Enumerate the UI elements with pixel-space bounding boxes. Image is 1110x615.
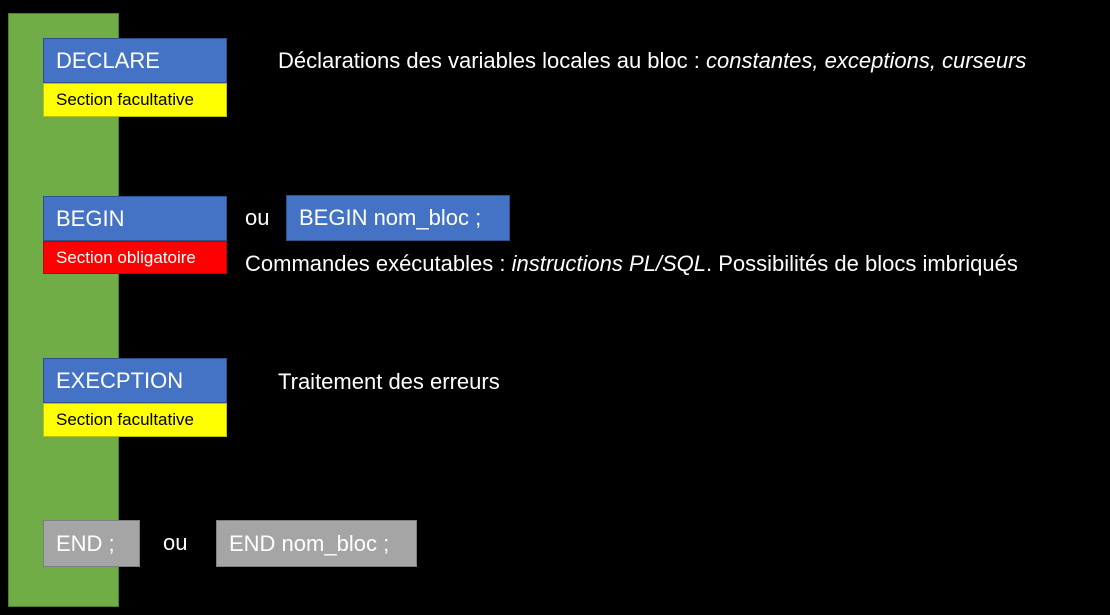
exception-optional-tag: Section facultative [43, 403, 227, 437]
exception-tag-label: Section facultative [56, 410, 194, 429]
end-or-label: ou [163, 530, 188, 555]
begin-keyword: BEGIN [56, 205, 125, 231]
end-keyword-box: END ; [43, 520, 140, 567]
begin-keyword-box: BEGIN [43, 196, 227, 241]
begin-named-keyword-box: BEGIN nom_bloc ; [286, 195, 510, 241]
end-named-keyword: END nom_bloc ; [229, 530, 390, 556]
declare-keyword-box: DECLARE [43, 38, 227, 83]
begin-tag-label: Section obligatoire [56, 247, 196, 267]
begin-description-italic: instructions PL/SQL [511, 251, 707, 276]
declare-description-italic: constantes, exceptions, curseurs [706, 48, 1027, 73]
declare-description-plain: Déclarations des variables locales au bl… [278, 48, 707, 73]
declare-optional-tag: Section facultative [43, 83, 227, 117]
declare-keyword: DECLARE [56, 47, 160, 73]
declare-tag-label: Section facultative [56, 90, 194, 109]
exception-keyword: EXECPTION [56, 367, 184, 393]
end-named-keyword-box: END nom_bloc ; [216, 520, 417, 567]
begin-or-label: ou [245, 205, 270, 230]
exception-keyword-box: EXECPTION [43, 358, 227, 403]
declare-description: Déclarations des variables locales au bl… [278, 50, 1026, 72]
begin-description-plain-2: . Possibilités de blocs imbriqués [706, 251, 1018, 276]
begin-named-keyword: BEGIN nom_bloc ; [299, 205, 482, 230]
end-keyword: END ; [56, 530, 115, 556]
begin-description: Commandes exécutables : instructions PL/… [245, 253, 1018, 275]
exception-description: Traitement des erreurs [278, 369, 500, 394]
begin-description-plain-1: Commandes exécutables : [245, 251, 512, 276]
begin-mandatory-tag: Section obligatoire [43, 241, 227, 274]
